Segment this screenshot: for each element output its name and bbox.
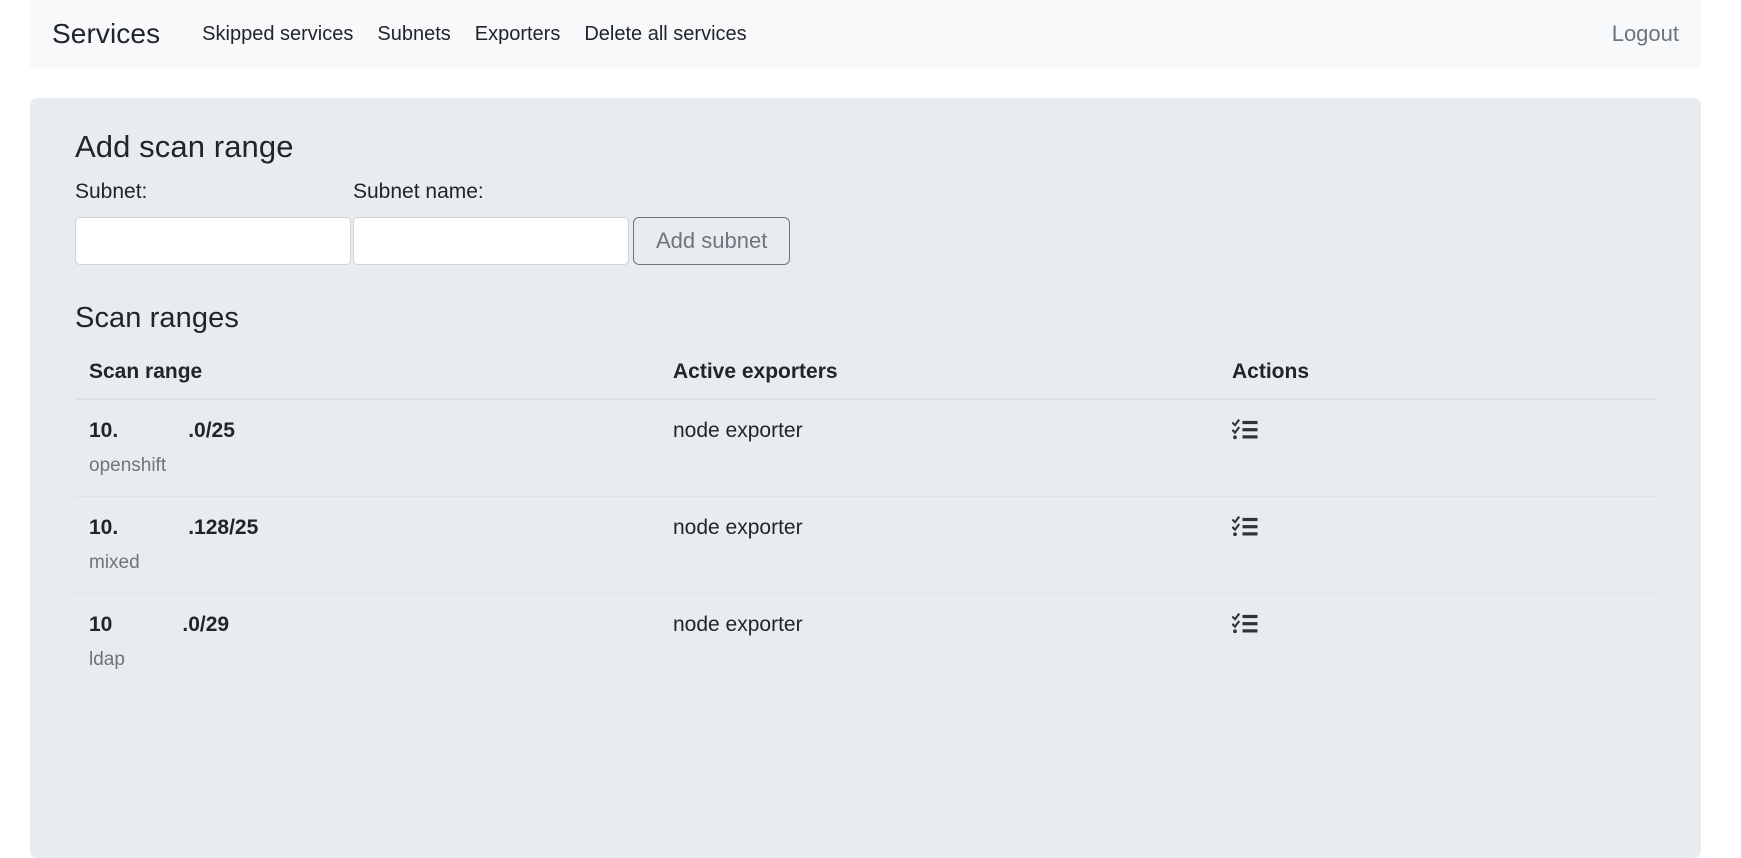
scan-ranges-table: Scan range Active exporters Actions 10. …: [75, 351, 1656, 690]
subnet-name-label: Subnet name:: [353, 180, 484, 204]
active-exporters-cell: node exporter: [659, 592, 1218, 690]
active-exporters-cell: node exporter: [673, 418, 803, 442]
scan-range-name: ldap: [89, 649, 125, 671]
subnet-label: Subnet:: [75, 180, 148, 204]
form-label-row: Subnet: Subnet name:: [75, 179, 1656, 209]
nav-link-delete-all-services[interactable]: Delete all services: [572, 24, 758, 44]
add-subnet-button[interactable]: Add subnet: [633, 217, 791, 266]
add-scan-range-form: Subnet: Subnet name: Add subnet: [75, 179, 1656, 266]
page-title: Add scan range: [75, 129, 294, 164]
scan-range-cell: 10. .128/25 mixed: [75, 495, 659, 594]
scan-range-value: 10. .128/25: [89, 515, 259, 539]
table-row: 10. .128/25 mixed node exporter: [75, 495, 1656, 594]
scan-ranges-table-head: Scan range Active exporters Actions: [75, 351, 1656, 400]
top-navbar: Services Skipped services Subnets Export…: [30, 0, 1701, 68]
column-header-actions: Actions: [1218, 351, 1656, 400]
nav-link-skipped-services[interactable]: Skipped services: [190, 24, 365, 44]
task-list-icon-button[interactable]: [1232, 515, 1258, 537]
main-content-card: Add scan range Subnet: Subnet name: Add …: [30, 98, 1701, 858]
subnet-name-input[interactable]: [353, 217, 629, 266]
table-header-row: Scan range Active exporters Actions: [75, 351, 1656, 400]
scan-range-name: mixed: [89, 552, 140, 574]
column-header-active-exporters: Active exporters: [659, 351, 1218, 400]
form-input-row: Add subnet: [75, 217, 1656, 266]
scan-ranges-table-body: 10. .0/25 openshift node exporter 10. .1…: [75, 399, 1656, 690]
table-row: 10 .0/29 ldap node exporter: [75, 592, 1656, 690]
logout-link[interactable]: Logout: [1612, 23, 1679, 45]
actions-cell: [1218, 399, 1656, 497]
scan-range-name: openshift: [89, 455, 167, 477]
actions-cell: [1218, 495, 1656, 594]
column-header-scan-range: Scan range: [75, 351, 659, 400]
scan-range-value: 10. .0/25: [89, 418, 235, 442]
scan-range-value: 10 .0/29: [89, 612, 230, 636]
scan-range-cell: 10 .0/29 ldap: [75, 592, 659, 690]
scan-range-cell: 10. .0/25 openshift: [75, 399, 659, 497]
task-list-icon: [1232, 515, 1258, 537]
navbar-links: Skipped services Subnets Exporters Delet…: [190, 24, 758, 44]
task-list-icon-button[interactable]: [1232, 612, 1258, 634]
nav-link-subnets[interactable]: Subnets: [365, 24, 462, 44]
actions-cell: [1218, 592, 1656, 690]
table-row: 10. .0/25 openshift node exporter: [75, 399, 1656, 497]
task-list-icon: [1232, 612, 1258, 634]
task-list-icon-button[interactable]: [1232, 418, 1258, 440]
scan-ranges-title: Scan ranges: [75, 302, 239, 335]
task-list-icon: [1232, 418, 1258, 440]
navbar-brand-services[interactable]: Services: [52, 20, 160, 48]
active-exporters-cell: node exporter: [659, 495, 1218, 594]
subnet-input[interactable]: [75, 217, 351, 266]
nav-link-exporters[interactable]: Exporters: [463, 24, 573, 44]
